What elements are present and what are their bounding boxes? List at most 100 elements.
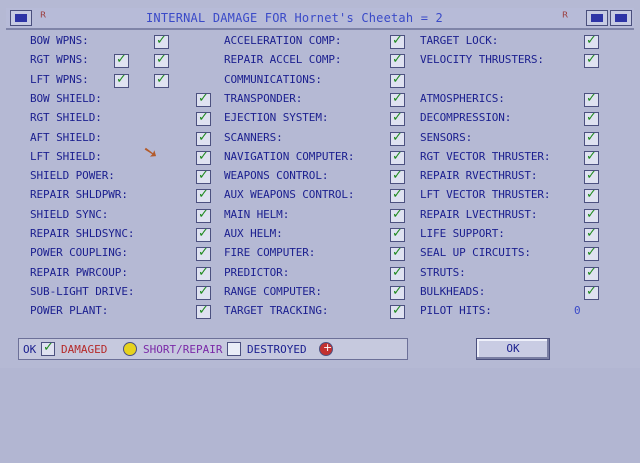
system-checkbox[interactable]: ✓: [390, 226, 405, 242]
legend-destroyed-label: DESTROYED: [247, 343, 307, 356]
system-label: LIFE SUPPORT:: [420, 227, 505, 240]
system-checkbox[interactable]: ✓: [390, 303, 405, 320]
check-icon: ✓: [392, 52, 403, 68]
check-icon: ✓: [198, 129, 209, 145]
check-icon: ✓: [392, 33, 403, 48]
check-icon: ✓: [586, 168, 597, 184]
system-label: TARGET LOCK:: [420, 34, 499, 47]
system-checkbox[interactable]: ✓: [584, 52, 599, 69]
system-label: TARGET TRACKING:: [224, 304, 329, 318]
check-icon: ✓: [392, 206, 403, 222]
system-label: BOW SHIELD:: [30, 91, 102, 105]
check-icon: ✓: [586, 90, 597, 106]
check-icon: ✓: [198, 245, 209, 261]
check-icon: ✓: [586, 283, 597, 299]
system-label: EJECTION SYSTEM:: [224, 111, 329, 125]
check-icon: ✓: [392, 226, 403, 241]
check-icon: ✓: [198, 303, 209, 319]
system-checkbox[interactable]: ✓: [390, 245, 405, 262]
check-icon: ✓: [586, 33, 597, 48]
system-label: REPAIR SHLDPWR:: [30, 188, 128, 202]
damage-panel: BOW WPNS: ✓ RGT WPNS: ✓ ✓ LFT WPNS: ✓ ✓ BOW SHIE…: [8, 33, 632, 334]
system-label: NAVIGATION COMPUTER:: [224, 149, 355, 163]
system-label: REPAIR ACCEL COMP:: [224, 53, 342, 67]
check-icon: ✓: [198, 283, 209, 299]
system-label: RGT SHIELD:: [30, 111, 102, 125]
system-checkbox[interactable]: ✓: [584, 149, 599, 165]
legend-short-repair-label: SHORT/REPAIR: [143, 343, 223, 356]
system-checkbox[interactable]: ✓: [390, 72, 405, 88]
system-label: REPAIR PWRCOUP:: [30, 265, 128, 279]
system-label: VELOCITY THRUSTERS:: [420, 53, 544, 67]
system-checkbox[interactable]: ✓: [196, 303, 211, 320]
legend-ok-label: OK: [23, 343, 37, 356]
system-checkbox[interactable]: ✓: [196, 149, 211, 165]
system-label: REPAIR LVECTHRUST:: [420, 207, 538, 221]
zoom-button[interactable]: [586, 10, 608, 26]
system-checkbox[interactable]: ✓: [584, 129, 599, 146]
depth-button[interactable]: [610, 10, 632, 26]
system-checkbox[interactable]: ✓: [196, 187, 211, 204]
system-checkbox[interactable]: ✓: [196, 245, 211, 262]
ok-button[interactable]: OK: [476, 338, 550, 360]
check-icon: ✓: [392, 90, 403, 106]
check-icon: ✓: [198, 264, 209, 280]
system-checkbox[interactable]: ✓: [390, 130, 405, 146]
zoom-icon: [591, 14, 603, 22]
check-icon: ✓: [392, 110, 403, 126]
system-checkbox[interactable]: ✓: [390, 284, 405, 300]
system-checkbox[interactable]: ✓: [196, 129, 211, 146]
system-checkbox[interactable]: ✓: [584, 206, 599, 223]
system-checkbox[interactable]: ✓: [584, 226, 599, 242]
system-label: STRUTS:: [420, 265, 466, 279]
system-checkbox[interactable]: ✓: [196, 110, 211, 127]
check-icon: ✓: [586, 129, 597, 145]
system-checkbox[interactable]: ✓: [390, 90, 405, 107]
system-checkbox[interactable]: ✓: [584, 33, 599, 49]
system-label: LFT SHIELD:: [30, 149, 102, 163]
check-icon: ✓: [198, 110, 209, 126]
system-label: AUX HELM:: [224, 227, 283, 240]
system-checkbox[interactable]: ✓: [154, 72, 169, 88]
system-checkbox[interactable]: ✓: [196, 168, 211, 185]
system-checkbox[interactable]: ✓: [154, 52, 169, 69]
close-button[interactable]: [10, 10, 32, 26]
check-icon: ✓: [116, 71, 127, 87]
system-checkbox[interactable]: ✓: [196, 226, 211, 242]
check-icon: ✓: [116, 52, 127, 68]
system-label: LFT VECTOR THRUSTER:: [420, 188, 551, 202]
system-checkbox[interactable]: ✓: [390, 206, 405, 223]
system-checkbox[interactable]: ✓: [584, 90, 599, 107]
system-checkbox[interactable]: ✓: [196, 207, 211, 223]
system-checkbox[interactable]: ✓: [196, 283, 211, 300]
system-checkbox[interactable]: ✓: [584, 265, 599, 281]
system-label: MAIN HELM:: [224, 207, 290, 221]
system-label: REPAIR RVECTHRUST:: [420, 169, 538, 183]
system-checkbox[interactable]: ✓: [390, 265, 405, 281]
system-checkbox[interactable]: ✓: [584, 168, 599, 185]
check-icon: ✓: [198, 187, 209, 203]
system-checkbox[interactable]: ✓: [154, 33, 169, 49]
system-checkbox[interactable]: ✓: [584, 110, 599, 127]
check-icon: ✓: [586, 245, 597, 261]
system-checkbox[interactable]: ✓: [390, 149, 405, 165]
system-label: ATMOSPHERICS:: [420, 91, 505, 105]
system-checkbox[interactable]: ✓: [390, 168, 405, 185]
system-checkbox[interactable]: ✓: [584, 187, 599, 204]
system-checkbox[interactable]: ✓: [196, 91, 211, 107]
system-checkbox[interactable]: ✓: [390, 187, 405, 204]
system-checkbox[interactable]: ✓: [390, 33, 405, 49]
system-checkbox[interactable]: ✓: [114, 52, 129, 69]
check-icon: ✓: [586, 206, 597, 222]
screen: ᴿ INTERNAL DAMAGE FOR Hornet's Cheetah =…: [0, 0, 640, 463]
system-checkbox[interactable]: ✓: [390, 52, 405, 69]
check-icon: ✓: [156, 52, 167, 68]
empty-region: [0, 368, 640, 463]
system-label: RGT VECTOR THRUSTER:: [420, 149, 551, 163]
system-checkbox[interactable]: ✓: [584, 245, 599, 262]
system-checkbox[interactable]: ✓: [196, 264, 211, 281]
system-checkbox[interactable]: ✓: [390, 110, 405, 127]
system-checkbox[interactable]: ✓: [114, 71, 129, 88]
system-checkbox[interactable]: ✓: [584, 283, 599, 300]
system-label: BULKHEADS:: [420, 284, 486, 298]
